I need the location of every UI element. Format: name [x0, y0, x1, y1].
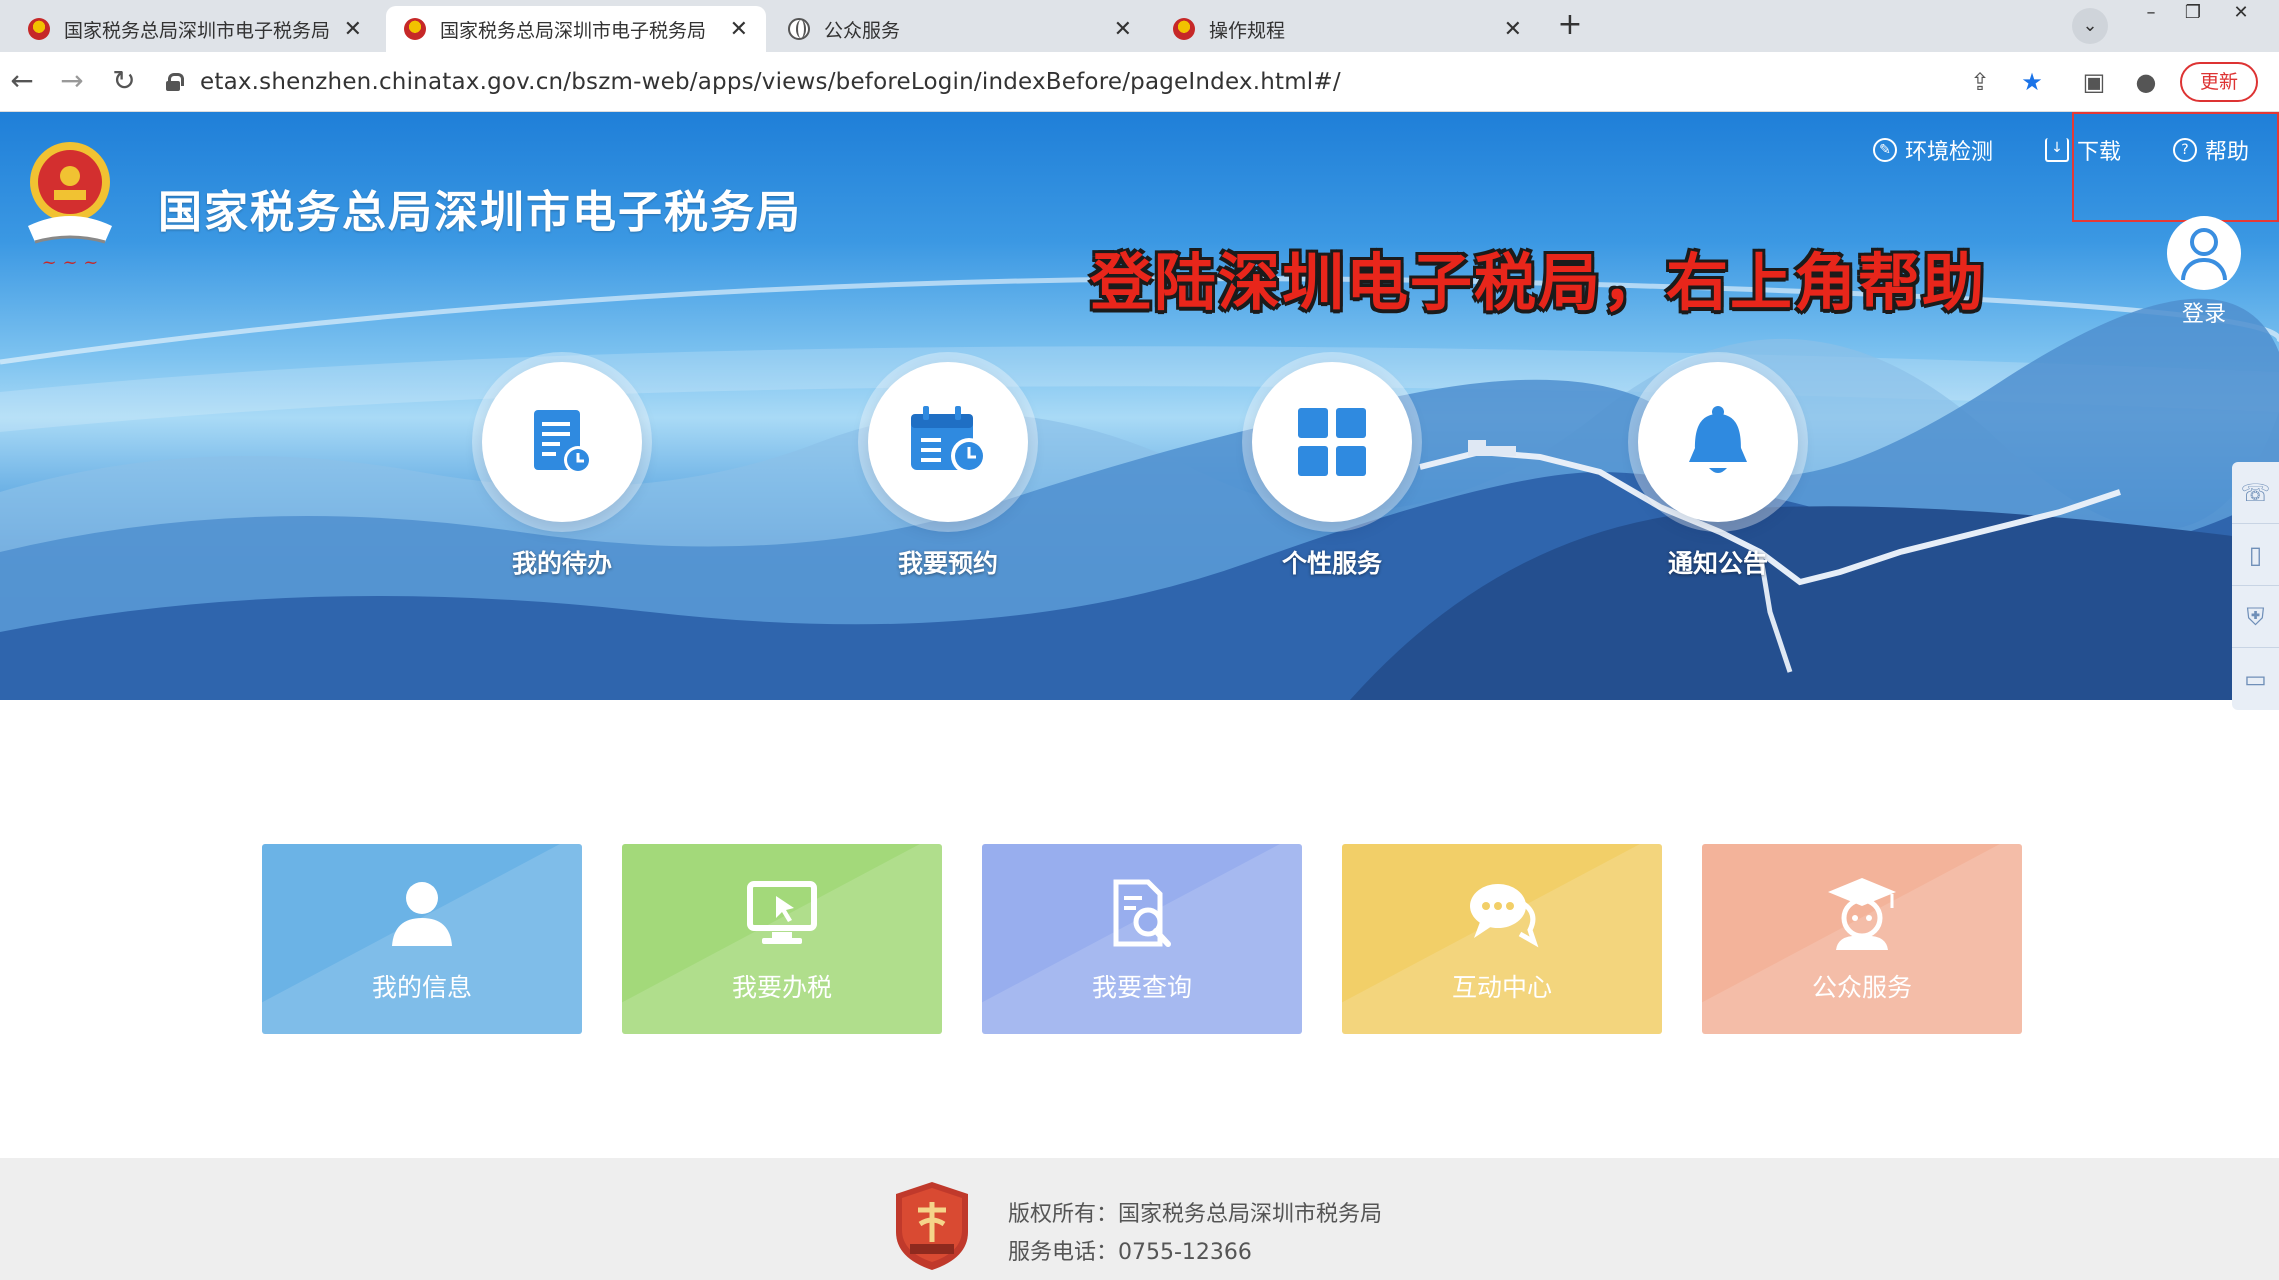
side-panel-icon[interactable]: ▣ [2078, 66, 2110, 98]
share-icon[interactable]: ⇪ [1964, 66, 1996, 98]
customer-service-icon[interactable]: ☏ [2232, 462, 2279, 524]
tab-label: 国家税务总局深圳市电子税务局 [440, 19, 707, 42]
tile-label: 我的信息 [371, 973, 472, 1002]
search-document-icon [1113, 879, 1171, 947]
hero-item-circle [482, 362, 642, 522]
browser-tab-4[interactable]: 操作规程 ✕ [1155, 6, 1540, 52]
tile-label: 我要查询 [1091, 973, 1192, 1002]
bookmark-star-icon[interactable]: ★ [2016, 66, 2048, 98]
user-avatar-icon [2167, 216, 2241, 290]
tile-interaction-center[interactable]: 互动中心 [1342, 844, 1662, 1034]
todo-document-icon [534, 410, 592, 474]
tab-label: 操作规程 [1209, 19, 1286, 42]
tile-my-info[interactable]: 我的信息 [262, 844, 582, 1034]
globe-icon [788, 18, 810, 40]
tile-label: 我要办税 [731, 973, 832, 1002]
hero-item-circle [1638, 362, 1798, 522]
graduate-icon [1828, 878, 1896, 950]
tax-emblem-icon [404, 18, 426, 40]
hero-item-appointment[interactable]: 我要预约 [838, 362, 1058, 580]
restore-button[interactable]: ❐ [2172, 0, 2214, 30]
tool-icon: ✎ [1872, 138, 1897, 162]
new-tab-button[interactable]: + [1552, 8, 1588, 44]
profile-icon[interactable]: ● [2130, 66, 2162, 98]
environment-check-label: 环境检测 [1904, 140, 1993, 165]
tax-badge-logo [896, 1182, 968, 1270]
hero-item-notice[interactable]: 通知公告 [1608, 362, 1828, 580]
footer-phone: 服务电话：0755-12366 [1008, 1240, 1252, 1265]
browser-tab-2[interactable]: 国家税务总局深圳市电子税务局 ✕ [386, 6, 766, 52]
hero-item-label: 个性服务 [1281, 549, 1382, 578]
desktop-icon[interactable]: ▭ [2232, 648, 2279, 710]
tax-emblem-icon [1173, 18, 1195, 40]
window-close-button[interactable]: ✕ [2220, 0, 2262, 30]
tile-query[interactable]: 我要查询 [982, 844, 1302, 1034]
floating-side-toolbar: ☏ ▯ ⛨ ▭ [2232, 462, 2279, 710]
chat-icon [1470, 884, 1539, 948]
function-tiles: 我的信息 我要办税 我要查询 互动中心 公众服务 [262, 844, 2022, 1034]
close-icon[interactable]: ✕ [344, 17, 362, 42]
tutorial-annotation: 登陆深圳电子税局，右上角帮助 [1090, 246, 1987, 319]
hero-item-label: 我的待办 [511, 549, 612, 578]
user-icon [392, 882, 452, 946]
reload-button[interactable]: ↻ [106, 64, 142, 100]
hero-item-label: 我要预约 [897, 549, 998, 578]
login-label: 登录 [2181, 302, 2226, 327]
tab-label: 国家税务总局深圳市电子税务局 [64, 19, 331, 42]
site-title: 国家税务总局深圳市电子税务局 [158, 187, 802, 238]
hero-item-todo[interactable]: 我的待办 [452, 362, 672, 580]
browser-tab-bar: 国家税务总局深圳市电子税务局 ✕ 国家税务总局深圳市电子税务局 ✕ 公众服务 ✕… [0, 0, 2279, 52]
monitor-icon [747, 881, 817, 944]
hero-item-circle [868, 362, 1028, 522]
hero-item-label: 通知公告 [1667, 549, 1768, 578]
tile-tax-filing[interactable]: 我要办税 [622, 844, 942, 1034]
tile-label: 互动中心 [1451, 973, 1552, 1002]
help-highlight-box [2072, 112, 2279, 222]
url-text[interactable]: etax.shenzhen.chinatax.gov.cn/bszm-web/a… [200, 69, 1341, 95]
lock-icon[interactable] [166, 73, 184, 91]
download-icon: ↓ [2044, 138, 2069, 162]
browser-toolbar: ← → ↻ etax.shenzhen.chinatax.gov.cn/bszm… [0, 52, 2279, 112]
hero-item-personal-service[interactable]: 个性服务 [1222, 362, 1442, 580]
calendar-clock-icon [911, 406, 987, 474]
tax-emblem-logo: ~ ~ ~ [28, 142, 112, 273]
tab-search-button[interactable]: ⌄ [2072, 8, 2108, 44]
svg-text:~ ~ ~: ~ ~ ~ [42, 252, 99, 273]
hero-banner: ~ ~ ~ 国家税务总局深圳市电子税务局 ✎ 环境检测 ↓ 下载 ? 帮助 登陆… [0, 112, 2279, 700]
bell-icon [1689, 406, 1747, 473]
update-button[interactable]: 更新 [2180, 62, 2258, 102]
close-icon[interactable]: ✕ [1504, 17, 1522, 42]
back-button[interactable]: ← [4, 64, 40, 100]
login-button[interactable]: 登录 [2164, 216, 2244, 328]
environment-check-link[interactable]: ✎ 环境检测 [1872, 134, 1993, 166]
tile-public-service[interactable]: 公众服务 [1702, 844, 2022, 1034]
forward-button[interactable]: → [54, 64, 90, 100]
close-icon[interactable]: ✕ [730, 17, 748, 42]
grid-icon [1298, 408, 1366, 476]
address-bar[interactable]: etax.shenzhen.chinatax.gov.cn/bszm-web/a… [166, 60, 2046, 104]
mobile-icon[interactable]: ▯ [2232, 524, 2279, 586]
close-icon[interactable]: ✕ [1114, 17, 1132, 42]
footer-copyright: 版权所有：国家税务总局深圳市税务局 [1008, 1202, 1383, 1227]
tile-label: 公众服务 [1811, 973, 1912, 1002]
footer: 版权所有：国家税务总局深圳市税务局 服务电话：0755-12366 [0, 1158, 2279, 1280]
shield-icon[interactable]: ⛨ [2232, 586, 2279, 648]
hero-item-circle [1252, 362, 1412, 522]
minimize-button[interactable]: – [2130, 0, 2172, 30]
browser-tab-1[interactable]: 国家税务总局深圳市电子税务局 ✕ [10, 6, 380, 52]
tax-emblem-icon [28, 18, 50, 40]
tab-label: 公众服务 [824, 19, 901, 42]
browser-tab-3[interactable]: 公众服务 ✕ [770, 6, 1150, 52]
